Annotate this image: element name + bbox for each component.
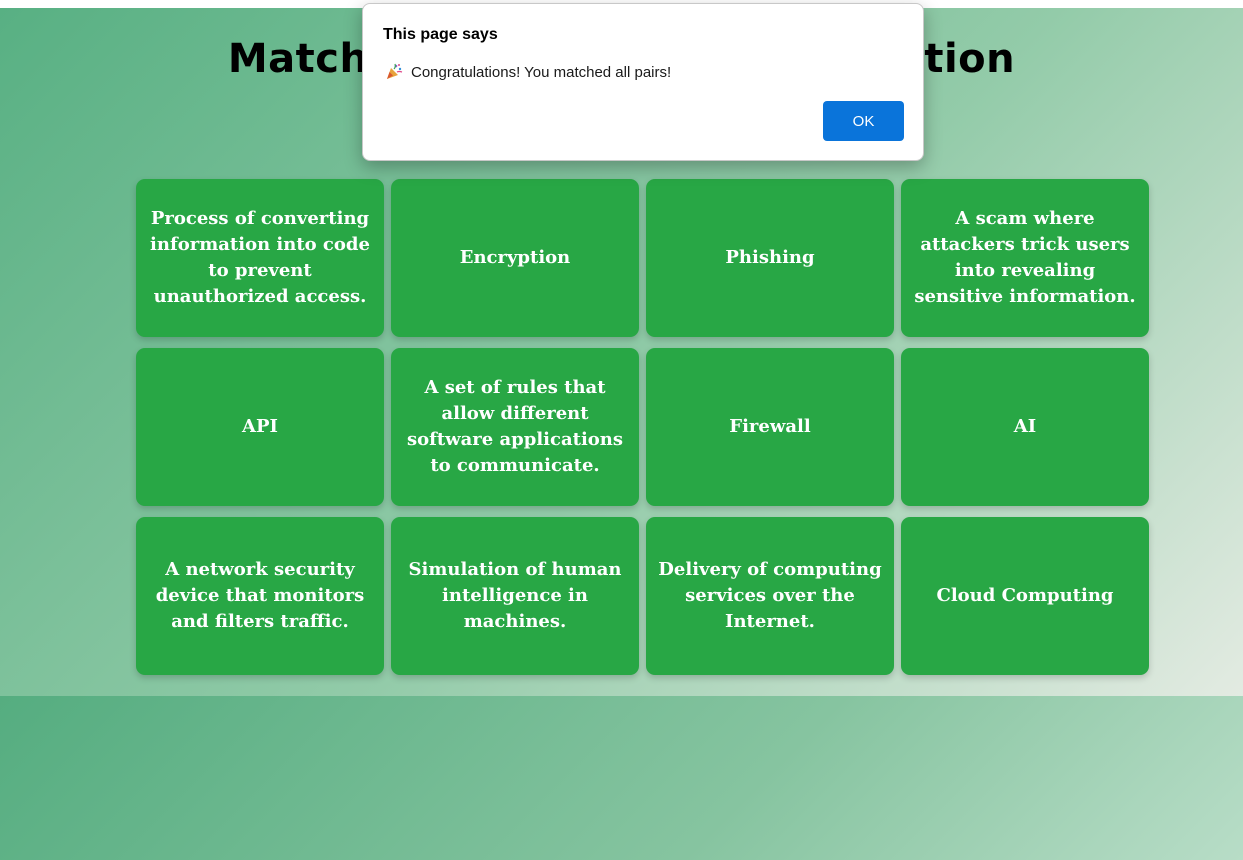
dialog-message-row: Congratulations! You matched all pairs! xyxy=(385,63,671,81)
match-card[interactable]: Encryption xyxy=(391,179,639,337)
match-card[interactable]: Firewall xyxy=(646,348,894,506)
page-background xyxy=(0,696,1243,860)
match-card[interactable]: API xyxy=(136,348,384,506)
card-grid: Process of converting information into c… xyxy=(136,179,1149,675)
match-card[interactable]: Cloud Computing xyxy=(901,517,1149,675)
dialog-title: This page says xyxy=(383,26,498,43)
dialog-message: Congratulations! You matched all pairs! xyxy=(411,63,672,81)
match-card[interactable]: AI xyxy=(901,348,1149,506)
match-card[interactable]: A set of rules that allow different soft… xyxy=(391,348,639,506)
match-card[interactable]: Process of converting information into c… xyxy=(136,179,384,337)
party-popper-icon xyxy=(387,63,403,79)
match-card[interactable]: A scam where attackers trick users into … xyxy=(901,179,1149,337)
ok-button[interactable]: OK xyxy=(823,101,904,141)
match-card[interactable]: Phishing xyxy=(646,179,894,337)
match-card[interactable]: A network security device that monitors … xyxy=(136,517,384,675)
alert-dialog: This page says Congratulations! You matc… xyxy=(362,3,924,161)
match-card[interactable]: Delivery of computing services over the … xyxy=(646,517,894,675)
match-card[interactable]: Simulation of human intelligence in mach… xyxy=(391,517,639,675)
